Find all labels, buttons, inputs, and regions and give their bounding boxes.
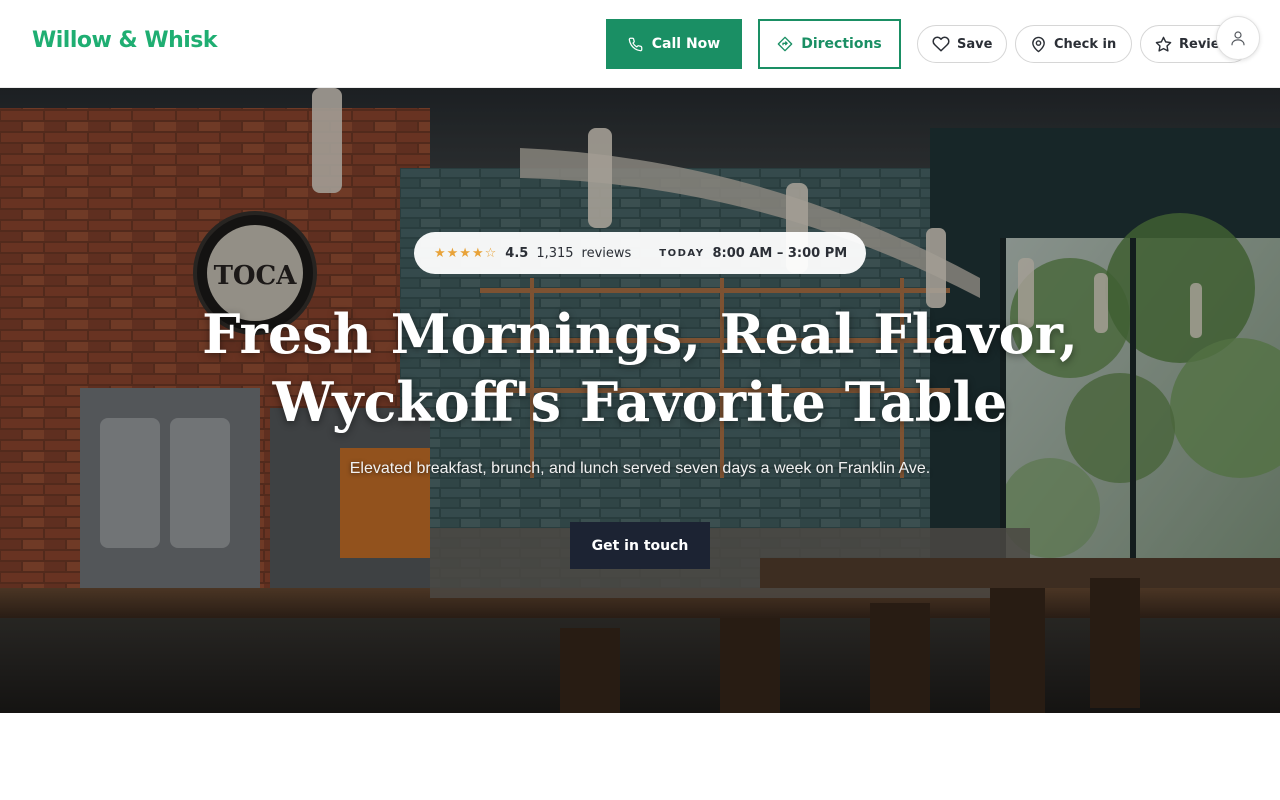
call-now-label: Call Now [651,36,721,52]
account-button[interactable] [1216,16,1260,60]
directions-label: Directions [801,36,882,52]
hero-headline: Fresh Mornings, Real Flavor, Wyckoff's F… [140,300,1140,436]
hero-section: TOCA ★★★★☆ 4.5 1,315 reviews TODAY 8:00 … [0,88,1280,713]
phone-icon [628,37,643,52]
check-in-label: Check in [1054,36,1117,52]
save-button[interactable]: Save [917,25,1007,63]
rating-value: 4.5 [505,245,529,261]
site-header: Willow & Whisk Call Now Directions Save … [0,0,1280,88]
brand-logo[interactable]: Willow & Whisk [32,28,218,53]
review-count: 1,315 [536,245,574,261]
rating-stars: ★★★★☆ [434,245,498,261]
save-label: Save [957,36,993,52]
map-pin-icon [1030,36,1047,53]
check-in-button[interactable]: Check in [1015,25,1132,63]
user-icon [1229,29,1247,47]
hero-subheading: Elevated breakfast, brunch, and lunch se… [349,460,931,477]
headline-line-1: Fresh Mornings, Real Flavor, [202,302,1078,366]
get-in-touch-button[interactable]: Get in touch [570,522,710,569]
headline-line-2: Wyckoff's Favorite Table [272,370,1008,434]
star-icon [1155,36,1172,53]
reviews-label: reviews [581,245,632,261]
call-now-button[interactable]: Call Now [606,19,742,69]
opening-hours: 8:00 AM – 3:00 PM [712,245,848,261]
today-label: TODAY [659,247,705,259]
rating-hours-badge: ★★★★☆ 4.5 1,315 reviews TODAY 8:00 AM – … [414,232,866,274]
directions-icon [777,36,793,52]
heart-icon [932,35,950,53]
directions-button[interactable]: Directions [758,19,901,69]
